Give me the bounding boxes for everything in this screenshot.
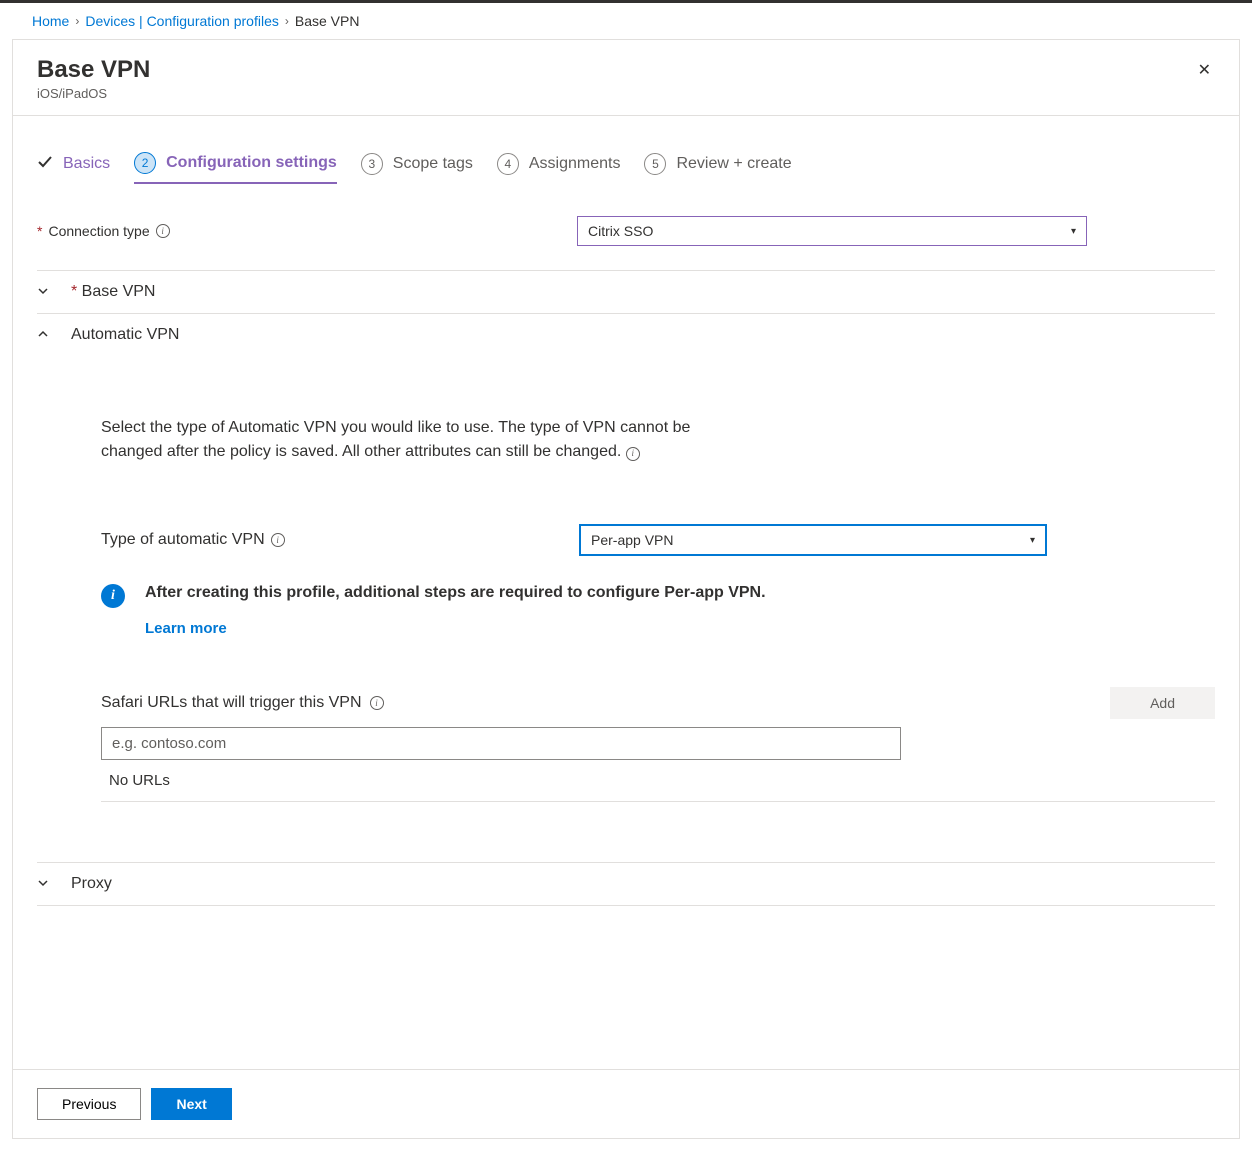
safari-urls-section: Safari URLs that will trigger this VPN i… bbox=[101, 687, 1215, 802]
tab-label: Review + create bbox=[676, 155, 791, 173]
info-icon[interactable]: i bbox=[626, 447, 640, 461]
info-icon: i bbox=[101, 584, 125, 608]
step-number: 5 bbox=[644, 153, 666, 175]
breadcrumb: Home › Devices | Configuration profiles … bbox=[0, 3, 1252, 39]
chevron-down-icon: ▾ bbox=[1071, 226, 1076, 237]
add-button[interactable]: Add bbox=[1110, 687, 1215, 719]
chevron-up-icon bbox=[37, 328, 51, 343]
chevron-down-icon bbox=[37, 285, 51, 300]
check-icon bbox=[37, 154, 53, 175]
info-banner-text: After creating this profile, additional … bbox=[145, 584, 766, 602]
blade-header: Base VPN iOS/iPadOS ✕ bbox=[13, 40, 1239, 116]
info-icon[interactable]: i bbox=[271, 533, 285, 547]
tab-assignments[interactable]: 4 Assignments bbox=[497, 153, 621, 183]
blade-content: Basics 2 Configuration settings 3 Scope … bbox=[13, 152, 1239, 906]
section-proxy[interactable]: Proxy bbox=[37, 862, 1215, 906]
tab-configuration-settings[interactable]: 2 Configuration settings bbox=[134, 152, 337, 184]
select-value: Per-app VPN bbox=[591, 532, 673, 548]
select-value: Citrix SSO bbox=[588, 223, 653, 239]
tab-label: Assignments bbox=[529, 155, 621, 173]
tab-scope-tags[interactable]: 3 Scope tags bbox=[361, 153, 473, 183]
automatic-vpn-body: Select the type of Automatic VPN you wou… bbox=[37, 416, 1215, 802]
learn-more-link[interactable]: Learn more bbox=[145, 620, 227, 637]
chevron-right-icon: › bbox=[75, 14, 79, 28]
tab-label: Basics bbox=[63, 155, 110, 173]
required-star: * bbox=[71, 283, 82, 300]
tab-basics[interactable]: Basics bbox=[37, 154, 110, 183]
chevron-right-icon: › bbox=[285, 14, 289, 28]
section-automatic-vpn[interactable]: Automatic VPN bbox=[37, 314, 1215, 356]
chevron-down-icon: ▾ bbox=[1030, 535, 1035, 546]
section-base-vpn[interactable]: * Base VPN bbox=[37, 270, 1215, 314]
section-title: * Base VPN bbox=[71, 283, 155, 301]
automatic-vpn-type-select[interactable]: Per-app VPN ▾ bbox=[579, 524, 1047, 556]
previous-button[interactable]: Previous bbox=[37, 1088, 141, 1120]
chevron-down-icon bbox=[37, 877, 51, 892]
automatic-vpn-type-label: Type of automatic VPN bbox=[101, 531, 265, 549]
info-icon[interactable]: i bbox=[156, 224, 170, 238]
section-title: Automatic VPN bbox=[71, 326, 179, 344]
close-icon: ✕ bbox=[1198, 62, 1211, 79]
wizard-tabs: Basics 2 Configuration settings 3 Scope … bbox=[37, 152, 1215, 184]
safari-urls-label: Safari URLs that will trigger this VPN bbox=[101, 694, 362, 712]
breadcrumb-devices[interactable]: Devices | Configuration profiles bbox=[85, 13, 279, 29]
page-title: Base VPN bbox=[37, 56, 150, 84]
step-number: 2 bbox=[134, 152, 156, 174]
required-star: * bbox=[37, 223, 42, 239]
blade-panel: Base VPN iOS/iPadOS ✕ Basics 2 Configura… bbox=[12, 39, 1240, 1139]
connection-type-label: Connection type bbox=[48, 223, 149, 239]
automatic-vpn-type-row: Type of automatic VPN i Per-app VPN ▾ bbox=[101, 524, 1215, 556]
safari-url-input[interactable] bbox=[101, 727, 901, 760]
info-icon[interactable]: i bbox=[370, 696, 384, 710]
info-banner: i After creating this profile, additiona… bbox=[101, 584, 1215, 637]
section-title: Proxy bbox=[71, 875, 112, 893]
footer: Previous Next bbox=[13, 1069, 1239, 1138]
close-button[interactable]: ✕ bbox=[1194, 56, 1215, 84]
breadcrumb-current: Base VPN bbox=[295, 13, 360, 29]
next-button[interactable]: Next bbox=[151, 1088, 231, 1120]
tab-label: Scope tags bbox=[393, 155, 473, 173]
connection-type-row: * Connection type i Citrix SSO ▾ bbox=[37, 212, 1215, 250]
tab-label: Configuration settings bbox=[166, 154, 337, 172]
connection-type-select[interactable]: Citrix SSO ▾ bbox=[577, 216, 1087, 246]
breadcrumb-home[interactable]: Home bbox=[32, 13, 69, 29]
step-number: 4 bbox=[497, 153, 519, 175]
tab-review-create[interactable]: 5 Review + create bbox=[644, 153, 791, 183]
no-urls-text: No URLs bbox=[101, 760, 1215, 802]
help-text: Select the type of Automatic VPN you wou… bbox=[101, 416, 721, 464]
step-number: 3 bbox=[361, 153, 383, 175]
page-subtitle: iOS/iPadOS bbox=[37, 86, 150, 101]
